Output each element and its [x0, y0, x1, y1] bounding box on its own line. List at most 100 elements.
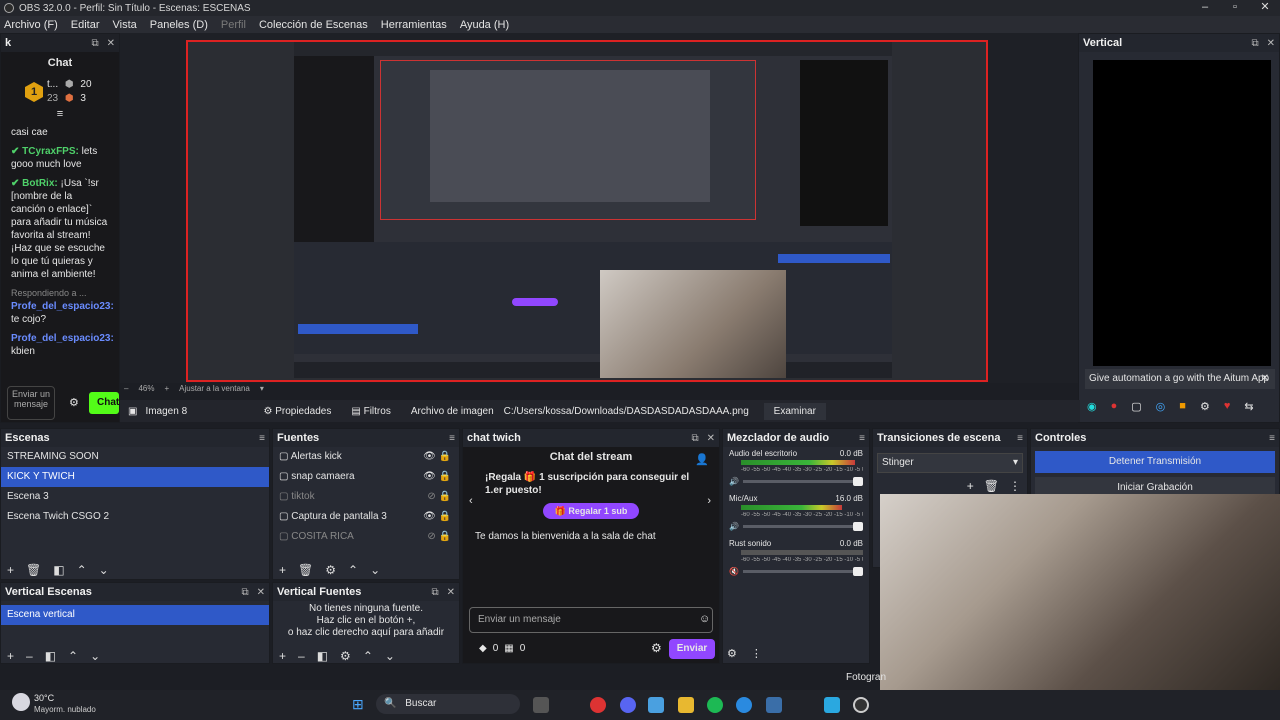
maximize-button[interactable]: ▫: [1220, 0, 1250, 16]
browse-button[interactable]: Examinar: [763, 402, 826, 420]
close-icon[interactable]: ✕: [707, 433, 715, 444]
stream-icon[interactable]: ◉: [1087, 400, 1097, 413]
weather-widget[interactable]: 30°C Mayorm. nublado: [34, 693, 96, 715]
pause-icon[interactable]: ▢: [1131, 400, 1141, 413]
file-explorer-icon[interactable]: [678, 697, 694, 713]
menu-icon[interactable]: ≡: [859, 433, 865, 444]
list-item[interactable]: KICK Y TWICH: [1, 467, 269, 487]
list-item[interactable]: ▢ snap camaera 👁 🔒: [273, 467, 459, 487]
move-down-icon[interactable]: ⌄: [99, 563, 109, 577]
filter-icon[interactable]: ◧: [53, 563, 64, 577]
program-canvas[interactable]: [186, 40, 988, 382]
volume-slider[interactable]: [742, 477, 863, 486]
menu-icon[interactable]: ≡: [449, 433, 455, 444]
close-icon[interactable]: ✕: [1261, 369, 1269, 389]
chevron-down-icon[interactable]: ▾: [260, 384, 264, 393]
settings-icon[interactable]: ⚙: [325, 563, 336, 577]
remove-icon[interactable]: –: [26, 649, 33, 663]
heart-icon[interactable]: ♥: [1224, 400, 1231, 413]
checkmark-app-icon[interactable]: [824, 697, 840, 713]
filter-icon[interactable]: ◧: [45, 649, 56, 663]
chevron-left-icon[interactable]: ‹: [469, 495, 473, 507]
menu-editar[interactable]: Editar: [71, 19, 100, 31]
users-icon[interactable]: 👤: [695, 453, 709, 466]
move-down-icon[interactable]: ⌄: [370, 563, 380, 577]
emoji-icon[interactable]: ☺: [699, 613, 710, 625]
task-view-icon[interactable]: [533, 697, 549, 713]
menu-vista[interactable]: Vista: [113, 19, 137, 31]
menu-perfil[interactable]: Perfil: [221, 19, 246, 31]
chat-input[interactable]: Enviar un mensaje: [469, 607, 713, 633]
menu-icon[interactable]: ≡: [1269, 433, 1275, 444]
chat-send-button[interactable]: Chat: [89, 392, 119, 414]
list-item[interactable]: Escena vertical: [1, 605, 269, 625]
add-icon[interactable]: +: [7, 649, 14, 663]
add-icon[interactable]: +: [279, 563, 286, 577]
list-item[interactable]: ▢ tiktok ⊘ 🔒: [273, 487, 459, 507]
properties-button[interactable]: ⚙ Propiedades: [263, 406, 331, 417]
spotify-icon[interactable]: [707, 697, 723, 713]
trash-icon[interactable]: 🗑: [984, 479, 999, 493]
discord-icon[interactable]: [620, 697, 636, 713]
file-path-field[interactable]: C:/Users/kossa/Downloads/DASDASDADASDAAA…: [504, 406, 754, 417]
float-icon[interactable]: ⧉: [91, 38, 98, 49]
list-item[interactable]: Escena 3: [1, 487, 269, 507]
muted-speaker-icon[interactable]: 🔇: [729, 567, 739, 576]
close-icon[interactable]: ✕: [107, 38, 115, 49]
move-up-icon[interactable]: ⌃: [363, 649, 373, 663]
list-item[interactable]: ▢ Alertas kick 👁 🔒: [273, 447, 459, 467]
record-icon[interactable]: ●: [1111, 400, 1118, 413]
add-icon[interactable]: +: [967, 479, 974, 493]
gift-sub-button[interactable]: 🎁 Regalar 1 sub: [543, 503, 639, 519]
zoom-in-icon[interactable]: +: [164, 384, 169, 393]
filters-button[interactable]: ▤ Filtros: [351, 406, 390, 417]
move-down-icon[interactable]: ⌄: [385, 649, 395, 663]
more-icon[interactable]: ⋮: [1009, 479, 1021, 493]
menu-paneles[interactable]: Paneles (D): [150, 19, 208, 31]
menu-icon[interactable]: ≡: [259, 433, 265, 444]
move-up-icon[interactable]: ⌃: [348, 563, 358, 577]
float-icon[interactable]: ⧉: [1251, 38, 1258, 49]
minimize-button[interactable]: –: [1190, 0, 1220, 16]
close-icon[interactable]: ✕: [1267, 38, 1275, 49]
filter-icon[interactable]: ≡: [1, 108, 119, 120]
vertical-preview[interactable]: [1093, 60, 1271, 366]
float-icon[interactable]: ⧉: [691, 433, 698, 444]
settings-icon[interactable]: ⚙: [69, 396, 79, 409]
float-icon[interactable]: ⧉: [431, 587, 438, 598]
remove-icon[interactable]: –: [298, 649, 305, 663]
mail-icon[interactable]: [766, 697, 782, 713]
menu-herramientas[interactable]: Herramientas: [381, 19, 447, 31]
taskbar-search[interactable]: 🔍 Buscar: [376, 694, 520, 714]
zoom-out-icon[interactable]: –: [124, 384, 128, 393]
float-icon[interactable]: ⧉: [241, 587, 248, 598]
move-down-icon[interactable]: ⌄: [90, 649, 100, 663]
copilot-icon[interactable]: [648, 697, 664, 713]
speaker-icon[interactable]: 🔊: [729, 522, 739, 531]
move-up-icon[interactable]: ⌃: [77, 563, 87, 577]
trash-icon[interactable]: 🗑: [298, 563, 313, 577]
list-item[interactable]: ▢ Captura de pantalla 3 👁 🔒: [273, 507, 459, 527]
edge-icon[interactable]: [736, 697, 752, 713]
menu-icon[interactable]: ≡: [1017, 433, 1023, 444]
transition-select[interactable]: Stinger ▾: [877, 453, 1023, 473]
fit-window-label[interactable]: Ajustar a la ventana: [179, 384, 250, 393]
windows-start-icon[interactable]: ⊞: [352, 696, 364, 713]
menu-ayuda[interactable]: Ayuda (H): [460, 19, 509, 31]
stop-stream-button[interactable]: Detener Transmisión: [1035, 451, 1275, 473]
close-icon[interactable]: ✕: [257, 587, 265, 598]
link-icon[interactable]: ⇆: [1244, 400, 1253, 413]
menu-coleccion-escenas[interactable]: Colección de Escenas: [259, 19, 368, 31]
send-button[interactable]: Enviar: [669, 639, 715, 659]
menu-archivo[interactable]: Archivo (F): [4, 19, 58, 31]
chrome-icon[interactable]: [590, 697, 606, 713]
add-icon[interactable]: +: [7, 563, 14, 577]
list-item[interactable]: STREAMING SOON: [1, 447, 269, 467]
save-icon[interactable]: ■: [1179, 400, 1186, 413]
volume-slider[interactable]: [742, 567, 863, 576]
close-window-button[interactable]: ✕: [1250, 0, 1280, 16]
settings-icon[interactable]: ⚙: [340, 649, 351, 663]
filter-icon[interactable]: ◧: [317, 649, 328, 663]
move-up-icon[interactable]: ⌃: [68, 649, 78, 663]
settings-icon[interactable]: ⚙: [651, 641, 662, 655]
